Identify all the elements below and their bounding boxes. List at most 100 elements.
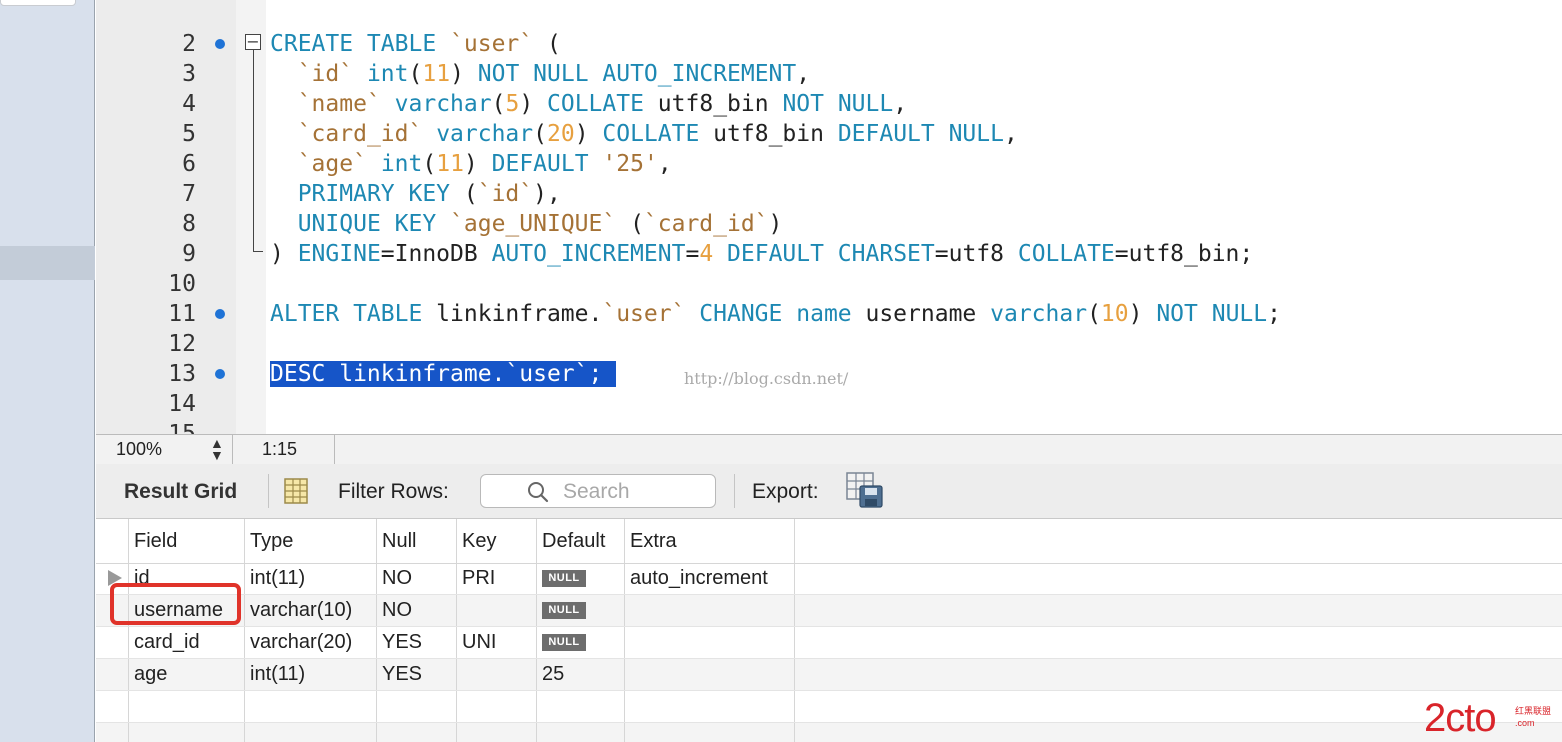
- cell-type[interactable]: [245, 691, 377, 722]
- sql-identifier: `card_id`: [297, 121, 423, 147]
- cell-extra[interactable]: [625, 627, 795, 658]
- statement-marker-icon[interactable]: [215, 369, 225, 379]
- sql-identifier: `id`: [477, 181, 534, 207]
- sql-keyword: NOT NULL AUTO_INCREMENT: [477, 61, 797, 87]
- sidebar-selected-row[interactable]: [0, 246, 95, 280]
- cell-null[interactable]: [377, 691, 457, 722]
- cell-default[interactable]: NULL: [537, 595, 625, 626]
- cell-extra[interactable]: [625, 723, 795, 742]
- cell-field[interactable]: [129, 691, 245, 722]
- code-line-2: 2: [96, 0, 1562, 57]
- sql-keyword: COLLATE: [602, 121, 700, 147]
- row-indicator[interactable]: [96, 627, 129, 658]
- cell-key[interactable]: UNI: [457, 627, 537, 658]
- sql-keyword: varchar: [990, 301, 1088, 327]
- sql-keyword: NOT NULL: [1156, 301, 1268, 327]
- result-grid-tab[interactable]: Result Grid: [124, 480, 237, 504]
- cell-field[interactable]: age: [129, 659, 245, 690]
- cell-default[interactable]: 25: [537, 659, 625, 690]
- cell-extra[interactable]: [625, 659, 795, 690]
- column-header-key[interactable]: Key: [457, 519, 537, 563]
- cell-null[interactable]: NO: [377, 595, 457, 626]
- cell-default[interactable]: [537, 723, 625, 742]
- cell-field[interactable]: [129, 723, 245, 742]
- statement-marker-icon[interactable]: [215, 309, 225, 319]
- table-row[interactable]: age int(11) YES 25: [96, 659, 1562, 691]
- cell-type[interactable]: varchar(10): [245, 595, 377, 626]
- table-row-empty[interactable]: [96, 691, 1562, 723]
- cell-type[interactable]: int(11): [245, 563, 377, 594]
- selected-sql-text[interactable]: DESC linkinframe.`user`;: [270, 361, 617, 387]
- cell-key[interactable]: [457, 723, 537, 742]
- table-row[interactable]: id int(11) NO PRI NULL auto_increment: [96, 563, 1562, 595]
- row-indicator[interactable]: [96, 659, 129, 690]
- filter-rows-label: Filter Rows:: [338, 480, 449, 503]
- zoom-level[interactable]: 100%: [116, 439, 162, 460]
- sql-text: utf8_bin: [643, 91, 783, 117]
- cell-extra[interactable]: [625, 595, 795, 626]
- sql-identifier: `age`: [297, 151, 367, 177]
- column-header-extra[interactable]: Extra: [625, 519, 795, 563]
- table-row[interactable]: card_id varchar(20) YES UNI NULL: [96, 627, 1562, 659]
- column-header-default[interactable]: Default: [537, 519, 625, 563]
- column-header-null[interactable]: Null: [377, 519, 457, 563]
- row-indicator-header: [96, 519, 129, 563]
- table-row[interactable]: username varchar(10) NO NULL: [96, 595, 1562, 627]
- row-indicator[interactable]: [96, 691, 129, 722]
- cell-key[interactable]: [457, 659, 537, 690]
- table-row-empty[interactable]: [96, 723, 1562, 742]
- sql-number: 5: [505, 91, 520, 117]
- editor-status-bar: 100% ▲ ▼ 1:15: [96, 434, 1562, 465]
- sql-text: ): [768, 211, 783, 237]
- sql-text: (: [491, 91, 506, 117]
- code-line-12: 12 ALTER TABLE linkinframe.`user` CHANGE…: [96, 299, 1562, 357]
- toolbar-separator: [268, 474, 269, 508]
- cell-key[interactable]: PRI: [457, 563, 537, 594]
- sql-editor[interactable]: 2 3 CREATE TABLE `user` ( 4 `id` int(11)…: [96, 0, 1562, 434]
- row-indicator[interactable]: [96, 723, 129, 742]
- cell-field[interactable]: card_id: [129, 627, 245, 658]
- cell-null[interactable]: YES: [377, 627, 457, 658]
- sql-text: ,: [796, 61, 811, 87]
- code-line-9: 9 UNIQUE KEY `age_UNIQUE` (`card_id`): [96, 209, 1562, 267]
- sql-text: (: [616, 211, 644, 237]
- username-highlight-annotation: [110, 583, 241, 625]
- cell-extra[interactable]: [625, 691, 795, 722]
- cell-key[interactable]: [457, 691, 537, 722]
- cell-extra[interactable]: auto_increment: [625, 563, 795, 594]
- cell-type[interactable]: varchar(20): [245, 627, 377, 658]
- statement-marker-icon[interactable]: [215, 39, 225, 49]
- cell-default[interactable]: NULL: [537, 627, 625, 658]
- cell-default[interactable]: NULL: [537, 563, 625, 594]
- cell-type[interactable]: [245, 723, 377, 742]
- sql-text: =InnoDB: [380, 241, 492, 267]
- export-icon[interactable]: [846, 472, 884, 508]
- sidebar-top-field[interactable]: [0, 0, 76, 6]
- fold-toggle-icon[interactable]: −: [245, 34, 261, 50]
- search-icon: [528, 482, 549, 503]
- cell-null[interactable]: NO: [377, 563, 457, 594]
- cell-null[interactable]: [377, 723, 457, 742]
- filter-search-box[interactable]: [480, 474, 716, 508]
- cell-default[interactable]: [537, 691, 625, 722]
- cell-key[interactable]: [457, 595, 537, 626]
- sql-identifier: `user`: [602, 301, 686, 327]
- search-input[interactable]: [561, 477, 705, 507]
- grid-view-icon[interactable]: [284, 478, 308, 504]
- column-header-field[interactable]: Field: [129, 519, 245, 563]
- code-line-15: 15: [96, 389, 1562, 434]
- code-line-11: 11: [96, 269, 1562, 327]
- column-header-type[interactable]: Type: [245, 519, 377, 563]
- sql-text: ): [450, 61, 478, 87]
- zoom-stepper-icon[interactable]: ▲ ▼: [210, 436, 224, 462]
- cell-type[interactable]: int(11): [245, 659, 377, 690]
- fold-guide-end: [253, 251, 263, 252]
- cell-null[interactable]: YES: [377, 659, 457, 690]
- sql-text: (: [450, 181, 478, 207]
